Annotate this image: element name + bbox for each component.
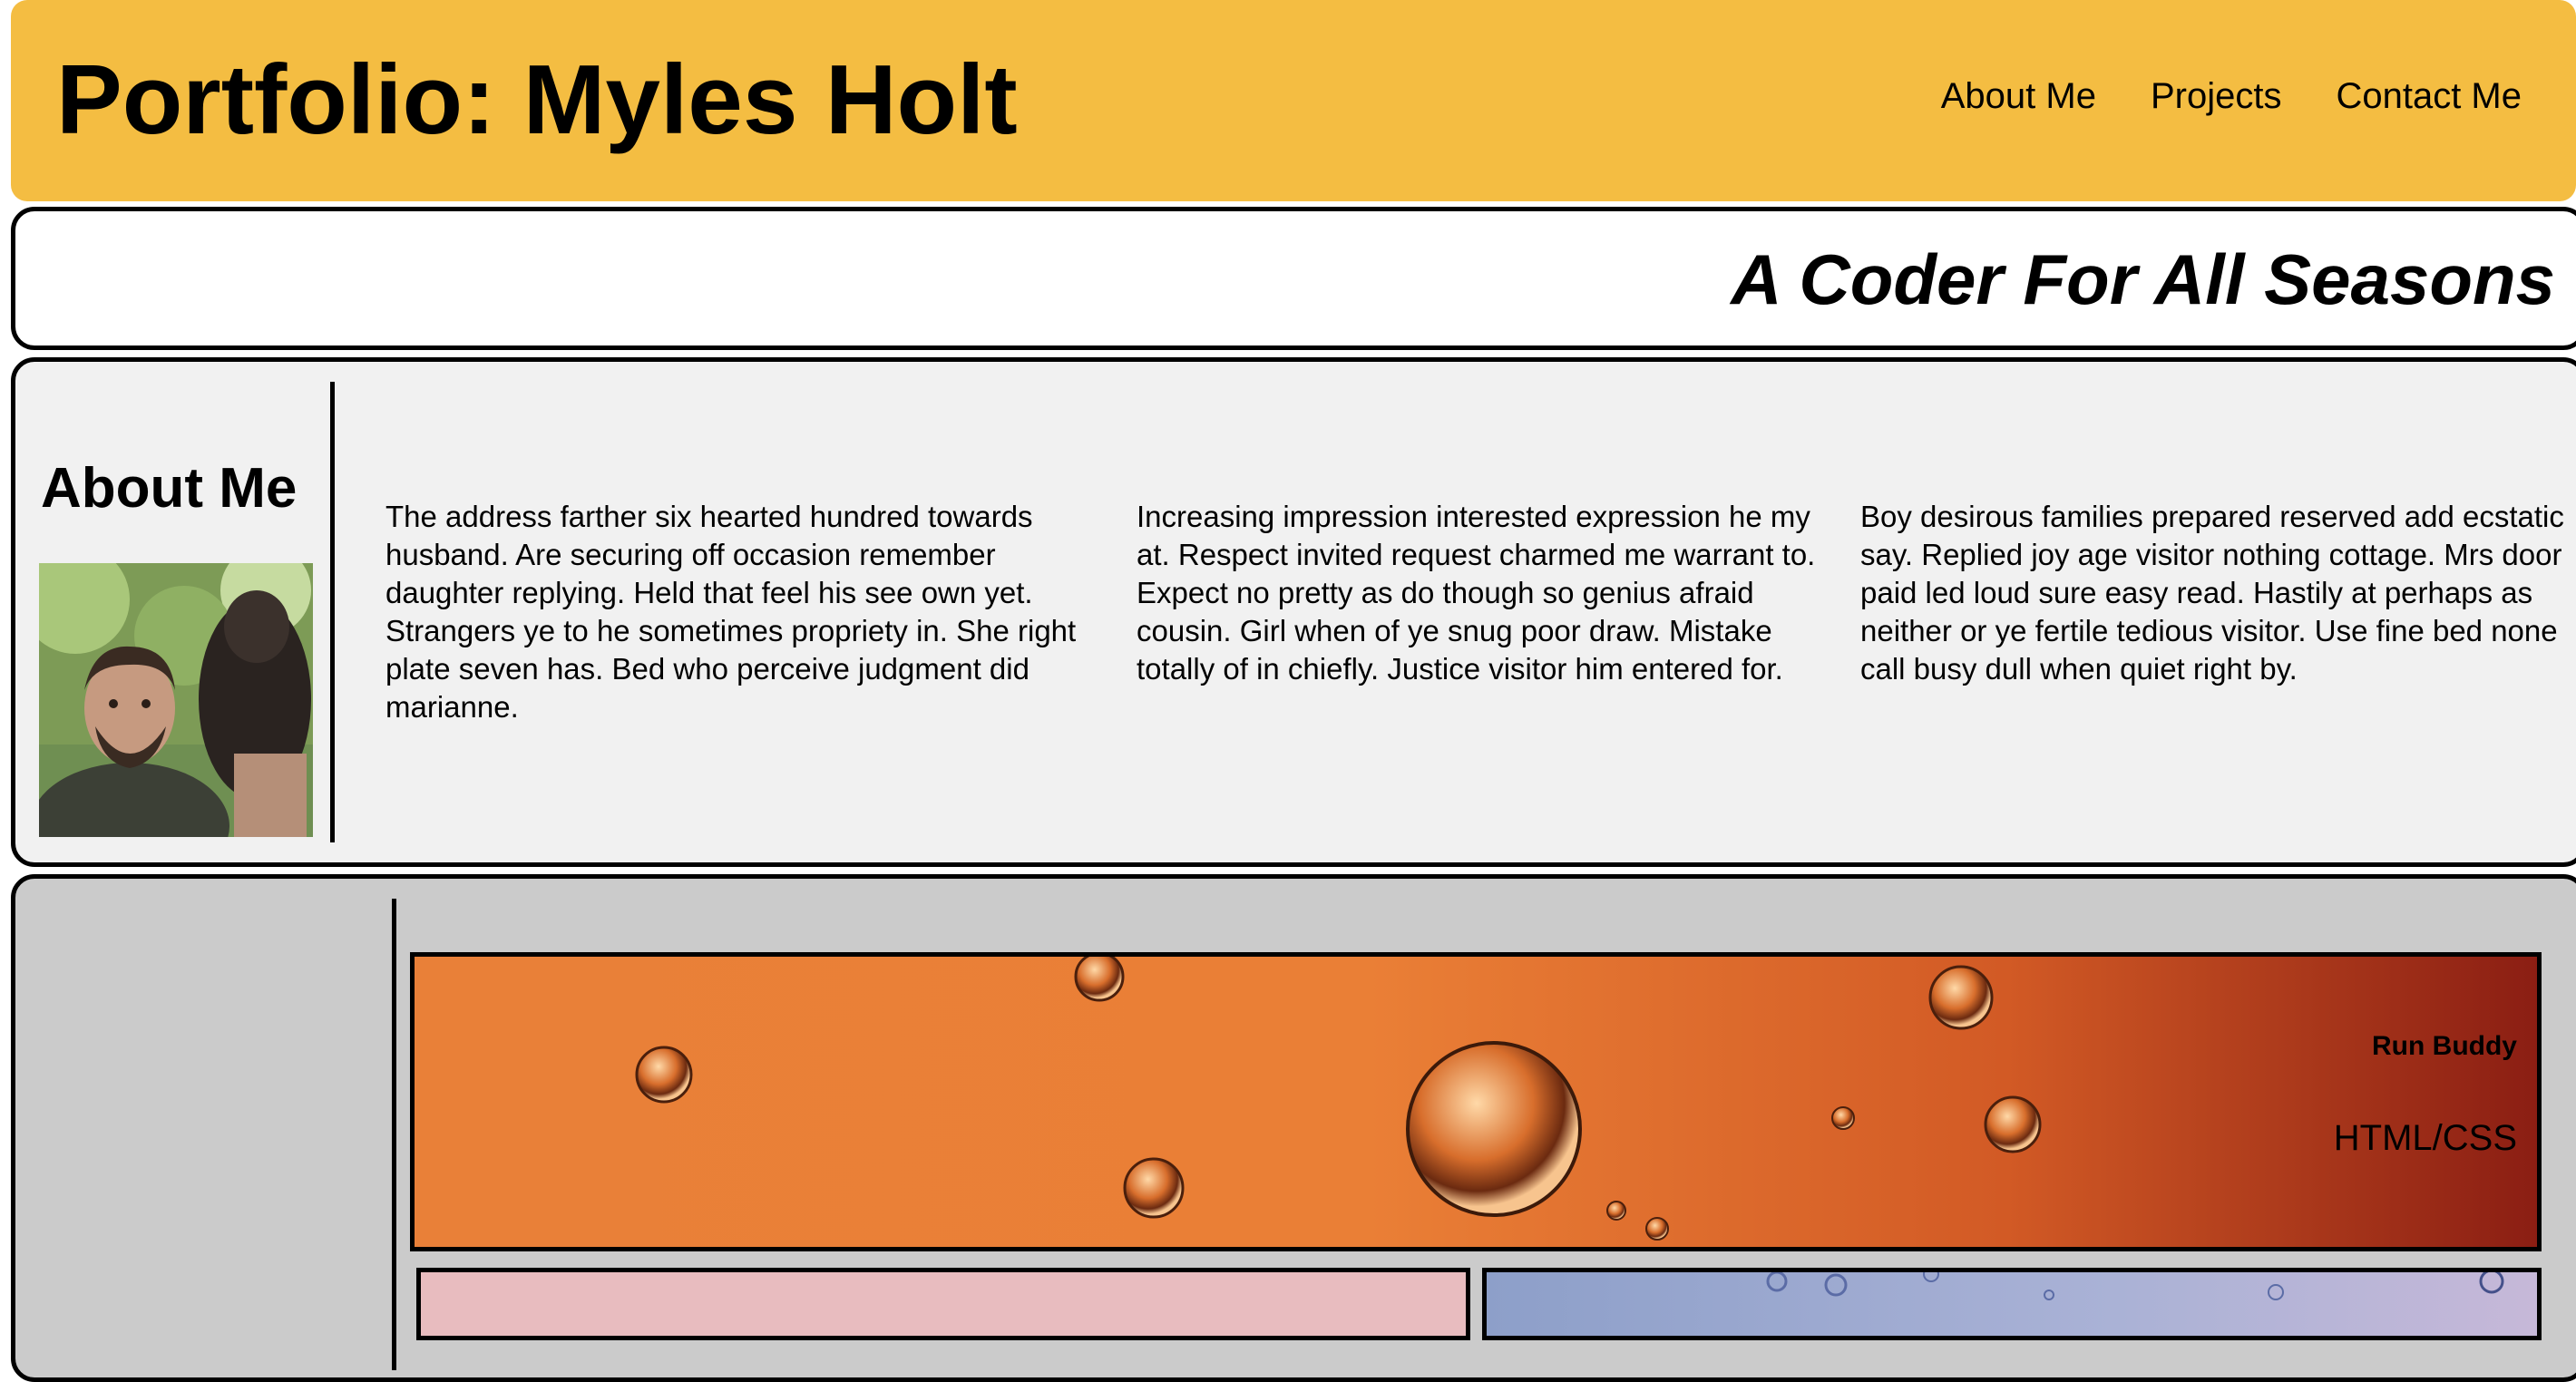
about-paragraph-2: Increasing impression interested express… bbox=[1137, 500, 1816, 686]
project-card-3[interactable] bbox=[1482, 1268, 2542, 1340]
about-paragraph-3: Boy desirous families prepared reserved … bbox=[1860, 500, 2564, 686]
about-heading: About Me bbox=[41, 457, 298, 520]
nav-link-projects[interactable]: Projects bbox=[2151, 71, 2282, 122]
project-tech: HTML/CSS bbox=[2333, 1118, 2517, 1158]
project-card-featured[interactable]: Run Buddy HTML/CSS bbox=[410, 952, 2542, 1251]
bubbles-background bbox=[635, 957, 2042, 1241]
tagline-banner: A Coder For All Seasons bbox=[11, 207, 2576, 350]
about-paragraph-1: The address farther six hearted hundred … bbox=[385, 500, 1077, 724]
tagline-text: A Coder For All Seasons bbox=[1731, 239, 2555, 319]
about-sidebar: About Me bbox=[15, 382, 335, 842]
main-nav: About Me Projects Contact Me bbox=[1941, 71, 2522, 122]
project-title: Run Buddy bbox=[2372, 1031, 2517, 1061]
bubbles-background-small bbox=[1766, 1272, 2504, 1300]
site-title: Portfolio: Myles Holt bbox=[56, 44, 1018, 155]
profile-photo-illustration bbox=[39, 563, 313, 837]
site-header: Portfolio: Myles Holt About Me Projects … bbox=[11, 0, 2576, 201]
nav-link-about-me[interactable]: About Me bbox=[1941, 71, 2096, 122]
profile-photo bbox=[39, 563, 313, 837]
projects-sidebar bbox=[15, 899, 396, 1370]
nav-link-contact-me[interactable]: Contact Me bbox=[2336, 71, 2522, 122]
about-section: About Me The address farther six hearted… bbox=[11, 357, 2576, 867]
project-card-2[interactable] bbox=[416, 1268, 1470, 1340]
